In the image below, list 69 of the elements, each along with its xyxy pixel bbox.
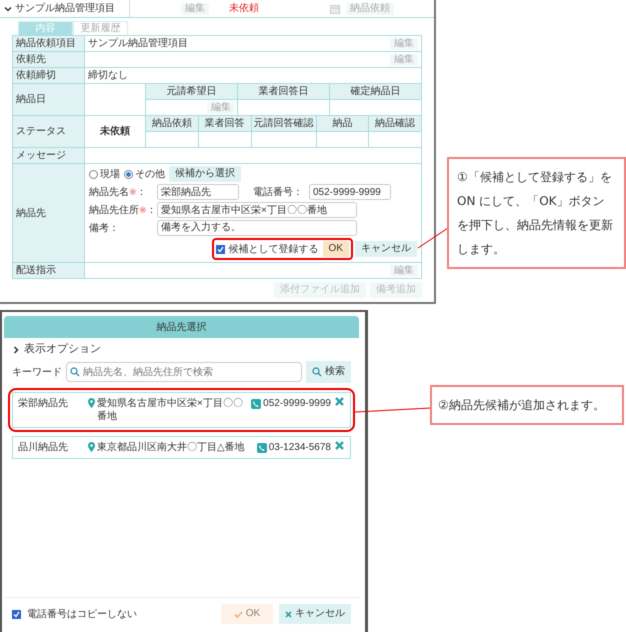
column-header: 納品依頼 [145, 116, 198, 132]
radio-label: 現場 [100, 168, 120, 180]
candidate-phone: 052-9999-9999 [263, 397, 331, 410]
checkbox[interactable] [12, 610, 21, 618]
text-field[interactable]: 052-9999-9999 [309, 184, 391, 200]
radio-button[interactable] [124, 170, 133, 178]
search-icon [70, 367, 80, 377]
text-field[interactable]: 愛知県名古屋市中区栄×丁目〇〇番地 [157, 202, 357, 218]
row-label: 納品日 [13, 84, 85, 115]
field-label: 納品先名※： [89, 186, 148, 198]
keyword-label: キーワード [12, 366, 62, 378]
status-value: 未依頼 [99, 124, 131, 139]
phone-icon [251, 398, 262, 408]
cancel-button[interactable]: キャンセル [279, 604, 351, 624]
field-label: 備考： [89, 222, 120, 234]
chevron-icon[interactable] [4, 4, 12, 12]
field-label: 納品先住所※： [89, 204, 153, 216]
column-header: 業者回答日 [237, 84, 329, 100]
row-label: 依頼締切 [13, 68, 85, 83]
row-label: 納品依頼項目 [13, 36, 85, 51]
checkbox-label: 電話番号はコピーしない [27, 608, 137, 620]
column-header: 元請回答確認 [250, 116, 316, 132]
check-icon [234, 610, 243, 618]
candidate-address: 東京都品川区南大井〇丁目△番地 [97, 441, 245, 454]
callout-note: ①「候補として登録する」をON にして、「OK」ボタンを押下し、納品先情報を更新します。 [447, 157, 626, 269]
candidate-phone: 03-1234-5678 [268, 441, 331, 454]
search-button[interactable]: 検索 [306, 361, 351, 383]
callout-note: ②納品先候補が追加されます。 [430, 385, 624, 425]
candidate-name: 品川納品先 [18, 441, 69, 454]
candidate-row[interactable]: 品川納品先 東京都品川区南大井〇丁目△番地 03-1234-5678 [12, 436, 351, 459]
dialog-title: 納品先選択 [4, 316, 359, 338]
cancel-button[interactable]: キャンセル [355, 241, 417, 257]
status-text: 未依頼 [228, 2, 260, 15]
pick-candidate-button[interactable]: 候補から選択 [169, 166, 241, 182]
search-field[interactable]: 納品先名、納品先住所で検索 [66, 362, 302, 382]
item-title: サンプル納品管理項目 [15, 2, 115, 15]
map-pin-icon [88, 398, 95, 408]
checkbox[interactable] [216, 244, 225, 254]
close-icon [285, 610, 292, 618]
radio-label: その他 [135, 168, 165, 180]
field-label: 電話番号： [253, 186, 304, 198]
row-label: 依頼先 [13, 52, 85, 67]
column-header: 納品確認 [368, 116, 421, 132]
note-field[interactable]: 備考を入力する。 [157, 220, 357, 236]
ok-button[interactable]: OK [322, 241, 349, 257]
options-toggle[interactable]: 表示オプション [24, 343, 101, 356]
delete-icon[interactable] [335, 397, 344, 406]
candidate-row[interactable]: 栄部納品先 愛知県名古屋市中区栄×丁目〇〇番地 052-9999-9999 [12, 392, 351, 428]
radio-button[interactable] [89, 170, 98, 178]
column-header: 業者回答 [198, 116, 250, 132]
row-label: 納品先 [13, 164, 85, 262]
map-pin-icon [88, 442, 95, 452]
column-header: 納品 [316, 116, 368, 132]
row-label: 配送指示 [13, 263, 85, 278]
checkbox-label: 候補として登録する [228, 242, 319, 256]
row-label: ステータス [13, 116, 85, 147]
row-label: メッセージ [13, 148, 85, 163]
candidate-name: 栄部納品先 [18, 397, 69, 410]
leader-line [418, 228, 448, 248]
chevron-icon[interactable] [12, 346, 20, 354]
phone-icon [256, 442, 267, 452]
search-icon [312, 367, 322, 377]
text-field[interactable]: 栄部納品先 [157, 184, 239, 200]
cell-value: 締切なし [88, 69, 128, 82]
delete-icon[interactable] [335, 441, 344, 450]
column-header: 元請希望日 [145, 84, 237, 100]
cell-value: サンプル納品管理項目 [88, 37, 188, 50]
candidate-address: 愛知県名古屋市中区栄×丁目〇〇番地 [97, 397, 244, 423]
column-header: 確定納品日 [329, 84, 421, 100]
